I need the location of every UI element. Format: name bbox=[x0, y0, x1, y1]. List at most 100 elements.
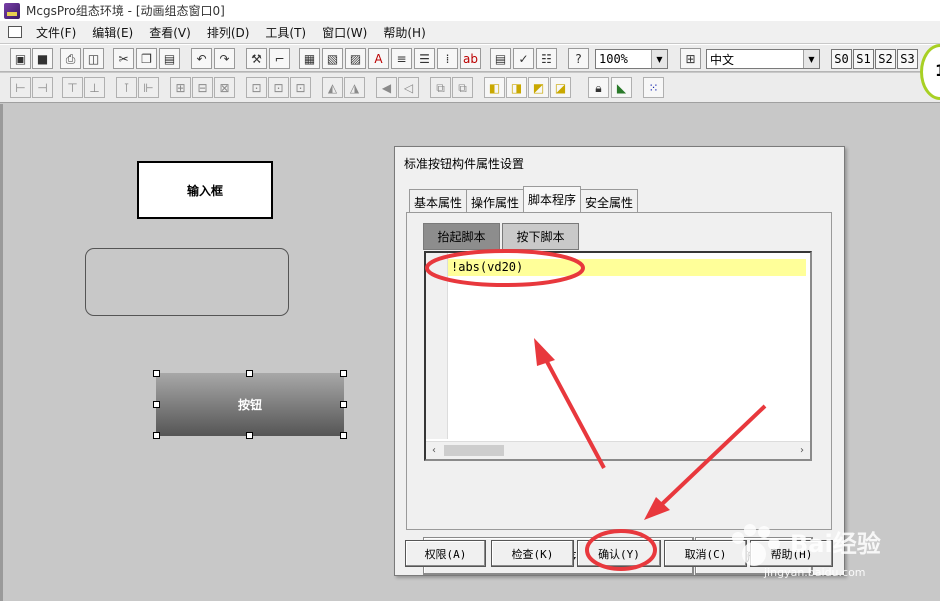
center-window-icon[interactable]: ⊡ bbox=[246, 77, 267, 98]
flip-v-icon[interactable]: ◮ bbox=[344, 77, 365, 98]
subtab-press-script[interactable]: 按下脚本 bbox=[502, 223, 579, 250]
menu-file[interactable]: 文件(F) bbox=[28, 24, 84, 41]
permission-button[interactable]: 权限(A) bbox=[405, 540, 486, 567]
bring-front-icon[interactable]: ◧ bbox=[484, 77, 505, 98]
resize-handle[interactable] bbox=[153, 370, 160, 377]
send-backward-icon[interactable]: ◪ bbox=[550, 77, 571, 98]
print-preview-icon[interactable]: ◫ bbox=[83, 48, 104, 69]
line-width-icon[interactable]: ≡ bbox=[391, 48, 412, 69]
menu-edit[interactable]: 编辑(E) bbox=[84, 24, 141, 41]
resize-handle[interactable] bbox=[340, 432, 347, 439]
chevron-down-icon[interactable]: ▼ bbox=[651, 50, 667, 68]
align-bottom-icon[interactable]: ⊥ bbox=[84, 77, 105, 98]
window-title: McgsPro组态环境 - [动画组态窗口0] bbox=[26, 4, 225, 18]
menu-view[interactable]: 查看(V) bbox=[141, 24, 199, 41]
align-center-h-icon[interactable]: ⊩ bbox=[138, 77, 159, 98]
help-icon[interactable]: ? bbox=[568, 48, 589, 69]
document-icon[interactable] bbox=[8, 26, 22, 38]
rounded-rect-component[interactable] bbox=[85, 248, 289, 316]
tab-security[interactable]: 安全属性 bbox=[580, 189, 639, 213]
align-right-icon[interactable]: ⊣ bbox=[32, 77, 53, 98]
script-tab-panel: 抬起脚本 按下脚本 !abs(vd20) ‹ › 打开脚本程序编辑器 清空所有脚… bbox=[406, 212, 832, 575]
tab-operation[interactable]: 操作属性 bbox=[466, 189, 525, 213]
zoom-select[interactable]: 100% ▼ bbox=[595, 49, 668, 69]
flip-h-icon[interactable]: ◭ bbox=[322, 77, 343, 98]
open-icon[interactable]: ▣ bbox=[10, 48, 31, 69]
resize-handle[interactable] bbox=[246, 370, 253, 377]
script-code-line[interactable]: !abs(vd20) bbox=[448, 259, 806, 276]
language-icon[interactable]: ⊞ bbox=[680, 48, 701, 69]
print-icon[interactable]: ⎙ bbox=[60, 48, 81, 69]
editor-gutter bbox=[426, 253, 448, 439]
title-bar: McgsPro组态环境 - [动画组态窗口0] bbox=[0, 0, 940, 21]
same-size-icon[interactable]: ⊞ bbox=[170, 77, 191, 98]
resize-handle[interactable] bbox=[340, 370, 347, 377]
script-editor[interactable]: !abs(vd20) ‹ › bbox=[424, 251, 812, 461]
scroll-left-icon[interactable]: ‹ bbox=[426, 442, 442, 459]
align-left-icon[interactable]: ⊢ bbox=[10, 77, 31, 98]
subtab-release-script[interactable]: 抬起脚本 bbox=[423, 223, 500, 250]
palette-icon[interactable]: ▦ bbox=[299, 48, 320, 69]
properties-icon[interactable]: ▤ bbox=[490, 48, 511, 69]
resize-handle[interactable] bbox=[340, 401, 347, 408]
scroll-thumb[interactable] bbox=[444, 445, 504, 456]
menu-help[interactable]: 帮助(H) bbox=[375, 24, 433, 41]
same-height-icon[interactable]: ⊟ bbox=[192, 77, 213, 98]
text-tool-icon[interactable]: ab bbox=[460, 48, 481, 69]
tab-basic[interactable]: 基本属性 bbox=[409, 189, 468, 213]
state-s3-button[interactable]: S3 bbox=[897, 49, 918, 69]
send-back-icon[interactable]: ◨ bbox=[506, 77, 527, 98]
corner-number: 1 bbox=[935, 61, 940, 80]
same-width-icon[interactable]: ⊠ bbox=[214, 77, 235, 98]
tools-icon[interactable]: ⚒ bbox=[246, 48, 267, 69]
save-icon[interactable]: ■ bbox=[32, 48, 53, 69]
resize-handle[interactable] bbox=[153, 401, 160, 408]
center-h-window-icon[interactable]: ⊡ bbox=[268, 77, 289, 98]
line-style-icon[interactable]: ☰ bbox=[414, 48, 435, 69]
confirm-button[interactable]: 确认(Y) bbox=[577, 540, 661, 567]
canvas-button-component[interactable]: 按钮 bbox=[156, 373, 344, 436]
main-toolbar: ▣ ■ ⎙ ◫ ✂ ❐ ▤ ↶ ↷ ⚒ ⌐ ▦ ▧ ▨ A ≡ ☰ ⁞ ab ▤… bbox=[0, 44, 940, 72]
button-properties-dialog: 标准按钮构件属性设置 基本属性 操作属性 脚本程序 安全属性 抬起脚本 按下脚本… bbox=[394, 146, 845, 576]
font-icon[interactable]: A bbox=[368, 48, 389, 69]
chevron-down-icon[interactable]: ▼ bbox=[803, 50, 819, 68]
horizontal-scrollbar[interactable]: ‹ › bbox=[426, 441, 810, 459]
state-s2-button[interactable]: S2 bbox=[875, 49, 896, 69]
redo-icon[interactable]: ↷ bbox=[214, 48, 235, 69]
menu-arrange[interactable]: 排列(D) bbox=[199, 24, 258, 41]
list-icon[interactable]: ☷ bbox=[536, 48, 557, 69]
bring-forward-icon[interactable]: ◩ bbox=[528, 77, 549, 98]
dot-grid-icon[interactable]: ⁙ bbox=[643, 77, 664, 98]
copy-icon[interactable]: ❐ bbox=[136, 48, 157, 69]
language-select[interactable]: 中文 ▼ bbox=[706, 49, 820, 69]
align-center-v-icon[interactable]: ⊺ bbox=[116, 77, 137, 98]
rotate-left-icon[interactable]: ◀ bbox=[376, 77, 397, 98]
menu-window[interactable]: 窗口(W) bbox=[314, 24, 375, 41]
line-color-icon[interactable]: ▧ bbox=[322, 48, 343, 69]
property-tabs: 基本属性 操作属性 脚本程序 安全属性 bbox=[409, 186, 639, 213]
resize-handle[interactable] bbox=[246, 432, 253, 439]
input-box-component[interactable]: 输入框 bbox=[137, 161, 273, 219]
scroll-right-icon[interactable]: › bbox=[794, 442, 810, 459]
center-v-window-icon[interactable]: ⊡ bbox=[290, 77, 311, 98]
watermark-brand: Bai经验 bbox=[790, 530, 881, 558]
check-icon[interactable]: ✓ bbox=[513, 48, 534, 69]
menu-tools[interactable]: 工具(T) bbox=[257, 24, 314, 41]
select-icon[interactable]: ⌐ bbox=[269, 48, 290, 69]
grid-icon[interactable]: ⁞ bbox=[437, 48, 458, 69]
check-button[interactable]: 检查(K) bbox=[491, 540, 574, 567]
tab-script[interactable]: 脚本程序 bbox=[523, 186, 582, 212]
undo-icon[interactable]: ↶ bbox=[191, 48, 212, 69]
align-top-icon[interactable]: ⊤ bbox=[62, 77, 83, 98]
state-s1-button[interactable]: S1 bbox=[853, 49, 874, 69]
state-s0-button[interactable]: S0 bbox=[831, 49, 852, 69]
rotate-right-icon[interactable]: ◁ bbox=[398, 77, 419, 98]
lock-icon[interactable]: 🔒︎ bbox=[588, 77, 609, 98]
resize-handle[interactable] bbox=[153, 432, 160, 439]
group-icon[interactable]: ⧉ bbox=[430, 77, 451, 98]
cut-icon[interactable]: ✂ bbox=[113, 48, 134, 69]
text-color-icon[interactable]: ▨ bbox=[345, 48, 366, 69]
paste-icon[interactable]: ▤ bbox=[159, 48, 180, 69]
fill-icon[interactable]: ◣ bbox=[611, 77, 632, 98]
ungroup-icon[interactable]: ⧉ bbox=[452, 77, 473, 98]
